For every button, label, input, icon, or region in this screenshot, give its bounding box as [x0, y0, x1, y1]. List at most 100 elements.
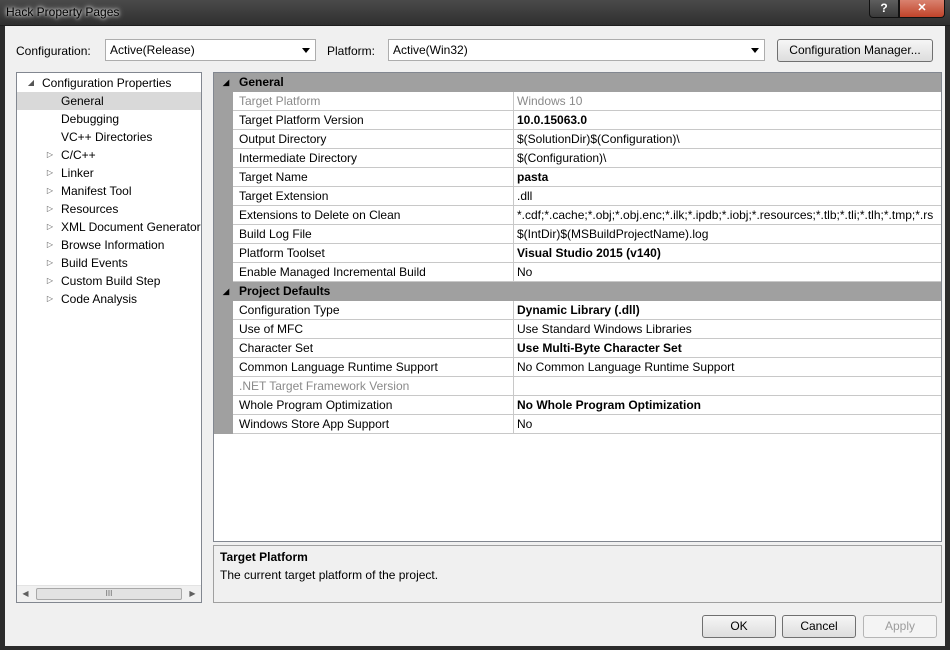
- property-value[interactable]: $(SolutionDir)$(Configuration)\: [514, 130, 941, 149]
- scroll-left-icon[interactable]: ◀: [17, 586, 34, 602]
- property-value[interactable]: Visual Studio 2015 (v140): [514, 244, 941, 263]
- expand-triangle-icon[interactable]: ▷: [45, 236, 55, 254]
- property-row-net-target-framework[interactable]: .NET Target Framework Version: [214, 377, 941, 396]
- window-title: Hack Property Pages: [6, 5, 120, 19]
- property-value[interactable]: .dll: [514, 187, 941, 206]
- platform-label: Platform:: [327, 44, 376, 58]
- property-value[interactable]: $(Configuration)\: [514, 149, 941, 168]
- property-value[interactable]: Use Multi-Byte Character Set: [514, 339, 941, 358]
- property-name: Common Language Runtime Support: [233, 358, 514, 377]
- tree-item-linker[interactable]: ▷ Linker: [17, 164, 201, 182]
- scroll-right-icon[interactable]: ▶: [184, 586, 201, 602]
- platform-dropdown[interactable]: Active(Win32): [388, 39, 765, 61]
- property-name: Use of MFC: [233, 320, 514, 339]
- tree-item-label: Configuration Properties: [42, 76, 172, 90]
- tree-item-label: Resources: [61, 202, 119, 216]
- help-button[interactable]: ?: [869, 0, 899, 18]
- property-row-use-of-mfc[interactable]: Use of MFC Use Standard Windows Librarie…: [214, 320, 941, 339]
- property-row-character-set[interactable]: Character Set Use Multi-Byte Character S…: [214, 339, 941, 358]
- property-value[interactable]: *.cdf;*.cache;*.obj;*.obj.enc;*.ilk;*.ip…: [514, 206, 941, 225]
- property-name: Target Extension: [233, 187, 514, 206]
- tree-item-resources[interactable]: ▷ Resources: [17, 200, 201, 218]
- expand-triangle-icon[interactable]: ▷: [45, 254, 55, 272]
- property-value[interactable]: No: [514, 415, 941, 434]
- property-row-target-name[interactable]: Target Name pasta: [214, 168, 941, 187]
- tree-item-vc-directories[interactable]: VC++ Directories: [17, 128, 201, 146]
- property-name: Extensions to Delete on Clean: [233, 206, 514, 225]
- property-row-output-directory[interactable]: Output Directory $(SolutionDir)$(Configu…: [214, 130, 941, 149]
- tree-item-label: Code Analysis: [61, 292, 138, 306]
- category-general[interactable]: ◢ General: [214, 73, 941, 92]
- tree-item-code-analysis[interactable]: ▷ Code Analysis: [17, 290, 201, 308]
- apply-button[interactable]: Apply: [863, 615, 937, 638]
- property-name: Whole Program Optimization: [233, 396, 514, 415]
- expand-triangle-icon[interactable]: ▷: [45, 218, 55, 236]
- tree-item-general[interactable]: General: [17, 92, 201, 110]
- configuration-dropdown[interactable]: Active(Release): [105, 39, 316, 61]
- property-value[interactable]: No Whole Program Optimization: [514, 396, 941, 415]
- tree-item-label: Browse Information: [61, 238, 165, 252]
- expand-triangle-icon[interactable]: ▷: [45, 290, 55, 308]
- ok-button[interactable]: OK: [702, 615, 776, 638]
- tree-item-c-cpp[interactable]: ▷ C/C++: [17, 146, 201, 164]
- tree-item-configuration-properties[interactable]: ◢ Configuration Properties: [17, 74, 201, 92]
- tree-horizontal-scrollbar[interactable]: ◀ III ▶: [17, 585, 201, 602]
- collapse-triangle-icon[interactable]: ◢: [223, 73, 229, 92]
- property-value: Windows 10: [514, 92, 941, 111]
- configuration-manager-button[interactable]: Configuration Manager...: [777, 39, 933, 62]
- property-name: Platform Toolset: [233, 244, 514, 263]
- property-row-target-platform[interactable]: Target Platform Windows 10: [214, 92, 941, 111]
- property-row-target-platform-version[interactable]: Target Platform Version 10.0.15063.0: [214, 111, 941, 130]
- expand-triangle-icon[interactable]: ▷: [45, 272, 55, 290]
- expand-triangle-icon[interactable]: ▷: [45, 164, 55, 182]
- expand-triangle-icon[interactable]: ▷: [45, 146, 55, 164]
- property-row-intermediate-directory[interactable]: Intermediate Directory $(Configuration)\: [214, 149, 941, 168]
- expand-triangle-icon[interactable]: ▷: [45, 182, 55, 200]
- property-value[interactable]: Dynamic Library (.dll): [514, 301, 941, 320]
- collapse-triangle-icon[interactable]: ◢: [223, 282, 229, 301]
- tree-item-custom-build-step[interactable]: ▷ Custom Build Step: [17, 272, 201, 290]
- property-name: .NET Target Framework Version: [233, 377, 514, 396]
- property-row-whole-program-optimization[interactable]: Whole Program Optimization No Whole Prog…: [214, 396, 941, 415]
- property-value[interactable]: Use Standard Windows Libraries: [514, 320, 941, 339]
- collapse-triangle-icon[interactable]: ◢: [26, 74, 36, 92]
- property-row-configuration-type[interactable]: Configuration Type Dynamic Library (.dll…: [214, 301, 941, 320]
- tree-item-label: General: [61, 94, 104, 108]
- property-tree[interactable]: ◢ Configuration Properties General Debug…: [16, 72, 202, 603]
- property-name: Build Log File: [233, 225, 514, 244]
- close-button[interactable]: ✕: [899, 0, 945, 18]
- description-panel: Target Platform The current target platf…: [213, 545, 942, 603]
- category-label: Project Defaults: [239, 284, 331, 298]
- tree-item-xml-document-generator[interactable]: ▷ XML Document Generator: [17, 218, 201, 236]
- tree-item-manifest-tool[interactable]: ▷ Manifest Tool: [17, 182, 201, 200]
- property-value[interactable]: No: [514, 263, 941, 282]
- property-row-managed-incremental-build[interactable]: Enable Managed Incremental Build No: [214, 263, 941, 282]
- property-value[interactable]: $(IntDir)$(MSBuildProjectName).log: [514, 225, 941, 244]
- tree-item-label: Build Events: [61, 256, 128, 270]
- property-name: Target Name: [233, 168, 514, 187]
- title-bar: Hack Property Pages ? ✕: [0, 0, 950, 26]
- tree-item-debugging[interactable]: Debugging: [17, 110, 201, 128]
- expand-triangle-icon[interactable]: ▷: [45, 200, 55, 218]
- scroll-thumb[interactable]: III: [36, 588, 182, 600]
- property-name: Windows Store App Support: [233, 415, 514, 434]
- cancel-button[interactable]: Cancel: [782, 615, 856, 638]
- property-value[interactable]: No Common Language Runtime Support: [514, 358, 941, 377]
- property-value[interactable]: pasta: [514, 168, 941, 187]
- property-name: Configuration Type: [233, 301, 514, 320]
- dialog-client: Configuration: Active(Release) Platform:…: [5, 26, 945, 646]
- category-project-defaults[interactable]: ◢ Project Defaults: [214, 282, 941, 301]
- property-row-target-extension[interactable]: Target Extension .dll: [214, 187, 941, 206]
- property-value[interactable]: 10.0.15063.0: [514, 111, 941, 130]
- property-row-platform-toolset[interactable]: Platform Toolset Visual Studio 2015 (v14…: [214, 244, 941, 263]
- property-row-build-log-file[interactable]: Build Log File $(IntDir)$(MSBuildProject…: [214, 225, 941, 244]
- property-name: Output Directory: [233, 130, 514, 149]
- property-row-extensions-to-delete[interactable]: Extensions to Delete on Clean *.cdf;*.ca…: [214, 206, 941, 225]
- property-row-clr-support[interactable]: Common Language Runtime Support No Commo…: [214, 358, 941, 377]
- property-grid[interactable]: ◢ General Target Platform Windows 10 Tar…: [213, 72, 942, 542]
- tree-item-browse-information[interactable]: ▷ Browse Information: [17, 236, 201, 254]
- property-row-windows-store-app-support[interactable]: Windows Store App Support No: [214, 415, 941, 434]
- configuration-label: Configuration:: [16, 44, 91, 58]
- chevron-down-icon: [751, 48, 759, 53]
- tree-item-build-events[interactable]: ▷ Build Events: [17, 254, 201, 272]
